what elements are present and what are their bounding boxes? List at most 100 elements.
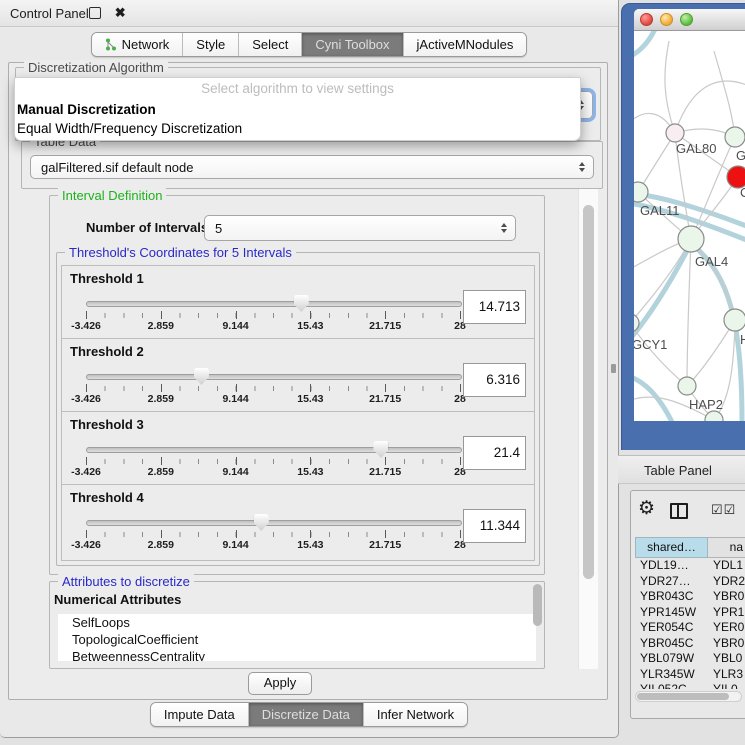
slider-track[interactable] — [86, 520, 462, 526]
table-row[interactable]: YLR345WYLR3 — [635, 667, 745, 683]
slider-thumb[interactable] — [194, 368, 209, 385]
network-node-gal80[interactable] — [666, 124, 684, 142]
threshold-slider-4[interactable]: -3.4262.8599.14415.4321.71528 — [86, 518, 460, 552]
threshold-value-field[interactable]: 14.713 — [463, 290, 526, 324]
gear-icon[interactable]: ⚙ — [638, 499, 655, 518]
slider-track[interactable] — [86, 374, 462, 380]
zoom-traffic-light-icon[interactable] — [680, 13, 693, 26]
table-header-row: shared… na — [635, 537, 745, 558]
network-canvas[interactable]: GAL80 GA C GAL11 GAL4 H GCY1 HAP2 — [634, 31, 745, 421]
table-cell[interactable]: YBL0 — [708, 651, 745, 667]
minimize-traffic-light-icon[interactable] — [660, 13, 673, 26]
attribute-list-scrollbar[interactable] — [533, 584, 542, 626]
apply-button[interactable]: Apply — [248, 672, 312, 695]
tab-infer-network[interactable]: Infer Network — [363, 703, 467, 726]
table-row[interactable]: YIL052CYIL0 — [635, 682, 745, 689]
table-cell[interactable]: YLR3 — [708, 667, 745, 683]
table-cell[interactable]: YER0 — [708, 620, 745, 636]
column-header-name[interactable]: na — [708, 537, 745, 558]
table-cell[interactable]: YDL1 — [708, 558, 745, 574]
table-cell[interactable]: YBL079W — [635, 651, 708, 667]
slider-track[interactable] — [86, 301, 462, 307]
table-row[interactable]: YBL079WYBL0 — [635, 651, 745, 667]
network-view-frame[interactable]: GAL80 GA C GAL11 GAL4 H GCY1 HAP2 — [621, 3, 745, 450]
tab-network[interactable]: Network — [92, 33, 183, 56]
column-header-shared[interactable]: shared… — [635, 537, 708, 558]
node-attribute-table: shared… na YDL19…YDL1YDR27…YDR2YBR043CYB… — [635, 537, 745, 689]
threshold-value-field[interactable]: 11.344 — [463, 509, 526, 543]
close-traffic-light-icon[interactable] — [640, 13, 653, 26]
group-title: Discretization Algorithm — [24, 60, 168, 75]
table-cell[interactable]: YBR045C — [635, 636, 708, 652]
table-cell[interactable]: YPR145W — [635, 605, 708, 621]
table-cell[interactable]: YER054C — [635, 620, 708, 636]
attribute-list-item[interactable]: BetweennessCentrality — [58, 648, 536, 661]
tab-label: Impute Data — [164, 707, 235, 722]
network-node[interactable] — [725, 127, 745, 147]
network-node[interactable] — [724, 309, 745, 331]
threshold-value-field[interactable]: 6.316 — [463, 363, 526, 397]
table-cell[interactable]: YDR27… — [635, 574, 708, 590]
table-cell[interactable]: YPR1 — [708, 605, 745, 621]
network-node-gal11[interactable] — [634, 182, 648, 202]
attribute-list-item[interactable]: SelfLoops — [58, 614, 536, 631]
checkbox-icons[interactable]: ☑☑ — [711, 502, 736, 518]
tab-label: Infer Network — [377, 707, 454, 722]
split-columns-icon[interactable] — [670, 503, 688, 519]
control-panel-window: Control Panel ✖ Network Style Select Cyn… — [0, 0, 619, 738]
table-cell[interactable]: YDR2 — [708, 574, 745, 590]
table-row[interactable]: YDR27…YDR2 — [635, 574, 745, 590]
table-row[interactable]: YBR043CYBR0 — [635, 589, 745, 605]
table-cell[interactable]: YLR345W — [635, 667, 708, 683]
slider-major-ticks — [86, 311, 460, 319]
network-window[interactable]: GAL80 GA C GAL11 GAL4 H GCY1 HAP2 — [634, 9, 745, 421]
attributes-group: Attributes to discretize Numerical Attri… — [49, 581, 545, 669]
table-row[interactable]: YPR145WYPR1 — [635, 605, 745, 621]
scrollbar-thumb[interactable] — [583, 205, 594, 579]
table-cell[interactable]: YBR043C — [635, 589, 708, 605]
table-row[interactable]: YBR045CYBR0 — [635, 636, 745, 652]
table-cell[interactable]: YIL0 — [708, 682, 745, 689]
threshold-slider-2[interactable]: -3.4262.8599.14415.4321.71528 — [86, 372, 460, 406]
threshold-slider-1[interactable]: -3.4262.8599.14415.4321.71528 — [86, 299, 460, 333]
attribute-list-item[interactable]: TopologicalCoefficient — [58, 631, 536, 648]
attribute-list[interactable]: SelfLoopsTopologicalCoefficientBetweenne… — [58, 614, 536, 661]
table-cell[interactable]: YBR0 — [708, 589, 745, 605]
scrollbar-thumb[interactable] — [637, 693, 729, 700]
number-of-intervals-combo[interactable]: 5 — [204, 215, 516, 241]
table-data-combo[interactable]: galFiltered.sif default node — [30, 155, 594, 179]
tab-impute-data[interactable]: Impute Data — [151, 703, 248, 726]
table-cell[interactable]: YIL052C — [635, 682, 708, 689]
tab-label: Discretize Data — [262, 707, 350, 722]
table-horizontal-scrollbar[interactable] — [635, 691, 742, 702]
slider-thumb[interactable] — [254, 514, 269, 531]
dropdown-option-manual[interactable]: Manual Discretization — [15, 100, 580, 119]
close-icon[interactable]: ✖ — [115, 8, 126, 18]
combo-stepper-icon — [501, 223, 507, 233]
tab-jactivemnodules[interactable]: jActiveMNodules — [403, 33, 527, 56]
tab-select[interactable]: Select — [238, 33, 301, 56]
float-window-icon[interactable] — [89, 7, 101, 19]
network-node-hap2[interactable] — [678, 377, 696, 395]
threshold-value-field[interactable]: 21.4 — [463, 436, 526, 470]
settings-scrollbar[interactable] — [578, 189, 598, 669]
threshold-slider-3[interactable]: -3.4262.8599.14415.4321.71528 — [86, 445, 460, 479]
table-cell[interactable]: YDL19… — [635, 558, 708, 574]
tab-label: jActiveMNodules — [417, 37, 514, 52]
tab-cyni-toolbox[interactable]: Cyni Toolbox — [301, 33, 402, 56]
slider-tick-labels: -3.4262.8599.14415.4321.71528 — [86, 320, 460, 332]
table-row[interactable]: YER054CYER0 — [635, 620, 745, 636]
network-node-gal4[interactable] — [678, 226, 704, 252]
tab-discretize-data[interactable]: Discretize Data — [248, 703, 363, 726]
splitter-handle[interactable] — [611, 364, 616, 373]
node-label-clipped: GA — [736, 148, 745, 163]
slider-track[interactable] — [86, 447, 462, 453]
threshold-label: Threshold 4 — [70, 490, 144, 505]
dropdown-option-equal-width[interactable]: Equal Width/Frequency Discretization — [15, 119, 580, 138]
network-icon — [105, 38, 117, 51]
table-cell[interactable]: YBR0 — [708, 636, 745, 652]
table-row[interactable]: YDL19…YDL1 — [635, 558, 745, 574]
slider-thumb[interactable] — [373, 441, 388, 458]
slider-thumb[interactable] — [294, 295, 309, 312]
tab-style[interactable]: Style — [182, 33, 238, 56]
